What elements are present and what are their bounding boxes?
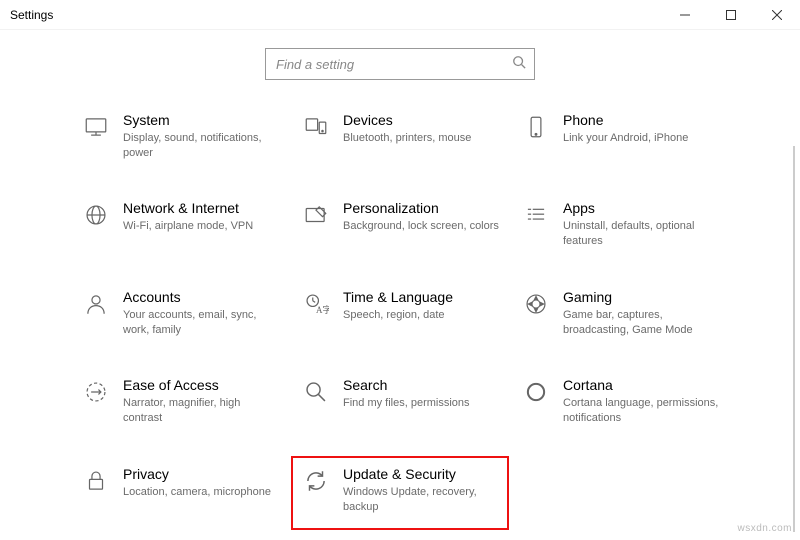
tile-search[interactable]: Search Find my files, permissions: [295, 373, 505, 429]
tile-cortana[interactable]: Cortana Cortana language, permissions, n…: [515, 373, 725, 429]
tile-desc: Location, camera, microphone: [123, 485, 271, 500]
tile-desc: Background, lock screen, colors: [343, 219, 499, 234]
gaming-icon: [521, 289, 551, 319]
tile-personalization[interactable]: Personalization Background, lock screen,…: [295, 196, 505, 252]
tile-title: Phone: [563, 112, 688, 129]
search-tile-icon: [301, 377, 331, 407]
tile-desc: Find my files, permissions: [343, 396, 470, 411]
tile-accounts[interactable]: Accounts Your accounts, email, sync, wor…: [75, 285, 285, 341]
settings-grid: System Display, sound, notifications, po…: [0, 108, 800, 518]
personalization-icon: [301, 200, 331, 230]
tile-title: System: [123, 112, 279, 129]
tile-title: Gaming: [563, 289, 719, 306]
tile-title: Search: [343, 377, 470, 394]
globe-icon: [81, 200, 111, 230]
window-controls: [662, 0, 800, 30]
accounts-icon: [81, 289, 111, 319]
tile-phone[interactable]: Phone Link your Android, iPhone: [515, 108, 725, 164]
tile-title: Ease of Access: [123, 377, 279, 394]
maximize-button[interactable]: [708, 0, 754, 30]
scrollbar-thumb[interactable]: [793, 146, 795, 532]
time-language-icon: A字: [301, 289, 331, 319]
tile-gaming[interactable]: Gaming Game bar, captures, broadcasting,…: [515, 285, 725, 341]
tile-desc: Uninstall, defaults, optional features: [563, 219, 719, 249]
search-box[interactable]: [265, 48, 535, 80]
devices-icon: [301, 112, 331, 142]
apps-icon: [521, 200, 551, 230]
tile-desc: Display, sound, notifications, power: [123, 131, 279, 161]
tile-privacy[interactable]: Privacy Location, camera, microphone: [75, 462, 285, 518]
ease-of-access-icon: [81, 377, 111, 407]
phone-icon: [521, 112, 551, 142]
tile-title: Privacy: [123, 466, 271, 483]
close-button[interactable]: [754, 0, 800, 30]
tile-desc: Wi-Fi, airplane mode, VPN: [123, 219, 253, 234]
window-title: Settings: [10, 8, 662, 22]
tile-desc: Bluetooth, printers, mouse: [343, 131, 471, 146]
tile-ease-of-access[interactable]: Ease of Access Narrator, magnifier, high…: [75, 373, 285, 429]
tile-title: Devices: [343, 112, 471, 129]
tile-desc: Link your Android, iPhone: [563, 131, 688, 146]
tile-apps[interactable]: Apps Uninstall, defaults, optional featu…: [515, 196, 725, 252]
scrollbar[interactable]: [790, 146, 798, 532]
tile-title: Time & Language: [343, 289, 453, 306]
tile-system[interactable]: System Display, sound, notifications, po…: [75, 108, 285, 164]
tile-desc: Your accounts, email, sync, work, family: [123, 308, 279, 338]
minimize-button[interactable]: [662, 0, 708, 30]
tile-desc: Game bar, captures, broadcasting, Game M…: [563, 308, 719, 338]
tile-title: Apps: [563, 200, 719, 217]
search-input[interactable]: [276, 49, 512, 79]
titlebar: Settings: [0, 0, 800, 30]
cortana-icon: [521, 377, 551, 407]
watermark: wsxdn.com: [737, 523, 792, 534]
search-icon: [512, 55, 526, 74]
tile-devices[interactable]: Devices Bluetooth, printers, mouse: [295, 108, 505, 164]
tile-title: Update & Security: [343, 466, 499, 483]
tile-title: Personalization: [343, 200, 499, 217]
tile-update-security[interactable]: Update & Security Windows Update, recove…: [291, 456, 509, 530]
update-icon: [301, 466, 331, 496]
tile-time[interactable]: A字 Time & Language Speech, region, date: [295, 285, 505, 341]
svg-text:A字: A字: [316, 304, 329, 315]
system-icon: [81, 112, 111, 142]
tile-network[interactable]: Network & Internet Wi-Fi, airplane mode,…: [75, 196, 285, 252]
tile-title: Network & Internet: [123, 200, 253, 217]
tile-desc: Windows Update, recovery, backup: [343, 485, 499, 515]
page-content: System Display, sound, notifications, po…: [0, 30, 800, 540]
tile-desc: Narrator, magnifier, high contrast: [123, 396, 279, 426]
tile-title: Cortana: [563, 377, 719, 394]
tile-title: Accounts: [123, 289, 279, 306]
privacy-icon: [81, 466, 111, 496]
tile-desc: Cortana language, permissions, notificat…: [563, 396, 719, 426]
tile-desc: Speech, region, date: [343, 308, 453, 323]
